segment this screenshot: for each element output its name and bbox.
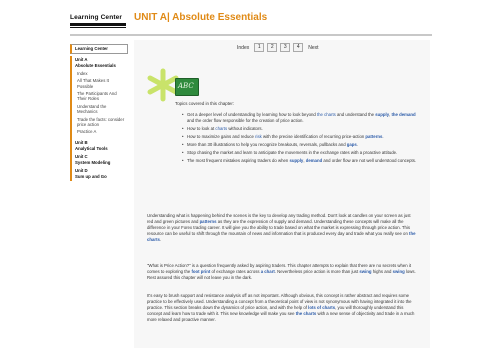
link-patterns[interactable]: patterns [200,219,217,224]
link-patterns[interactable]: patterns [365,134,382,139]
pager-next-link[interactable]: Next [306,44,320,52]
sidebar-unit-b-code[interactable]: Unit B [70,138,128,147]
sidebar-nav: Learning Center Unit A Absolute Essentia… [70,44,128,181]
link-the-demand[interactable]: the demand [392,112,416,117]
sidebar-unit-c-code[interactable]: Unit C [70,152,128,161]
bullet-text: Get a deeper level of understanding by l… [187,112,317,117]
link-the-charts[interactable]: the charts [296,311,317,316]
intro-paragraph: Understanding what is happening behind t… [147,213,417,243]
bullet-text: and order flow are not well understood c… [322,158,417,163]
link-lots-of-charts[interactable]: lots of charts [308,305,335,310]
list-item: Get a deeper level of understanding by l… [182,112,418,124]
bullet-text: How to maximize gains and reduce [187,134,256,139]
logo-text: Learning Center [70,14,123,21]
sidebar-unit-d-code[interactable]: Unit D [70,166,128,175]
bullet-text: and the order flow responsible for the c… [187,118,304,123]
pager-page-4[interactable]: 4 [293,43,304,52]
bullet-text: More than 30 illustrations to help you r… [187,142,347,147]
sidebar-unit-a-code[interactable]: Unit A [70,55,128,64]
link-a-chart[interactable]: a chart [261,269,275,274]
logo-stripe [70,23,126,26]
bullet-text: Stop chasing the market and learn to ant… [187,150,398,155]
sidebar-item-all-that-makes-it-possible[interactable]: All That Makes It Possible [70,77,128,90]
chalkboard-label: ABC [178,82,194,90]
list-item: Stop chasing the market and learn to ant… [182,150,418,156]
sidebar-title[interactable]: Learning Center [70,44,128,54]
logo-stripe-thin [70,27,126,28]
page-title: UNIT A| Absolute Essentials [134,12,268,23]
support-resistance-paragraph: It's easy to brush support and resistanc… [147,293,417,323]
link-foot-print[interactable]: foot print [191,269,210,274]
bullet-text: The most frequent mistakes aspiring trad… [187,158,290,163]
link-demand[interactable]: demand [306,158,322,163]
pager-index-link[interactable]: Index [235,44,251,52]
bullet-text: and understand the [335,112,376,117]
header-divider [70,34,432,36]
price-action-paragraph: "What is Price Action?" is a question fr… [147,263,417,281]
chalkboard-icon: ABC [175,78,199,96]
paragraph-text: highs and [371,268,393,274]
bullet-text: with the precise identification of recur… [261,134,366,139]
list-item: More than 30 illustrations to help you r… [182,142,418,148]
link-swing[interactable]: swing [359,269,371,274]
link-supply[interactable]: supply [289,158,303,163]
sidebar-unit-d-title[interactable]: Sum up and Go [70,174,128,181]
link-swing[interactable]: swing [393,269,405,274]
bullet-text: . [356,142,359,147]
list-item: The most frequent mistakes aspiring trad… [182,158,418,164]
pager-page-2[interactable]: 2 [267,43,278,52]
pagination: Index 1 2 3 4 Next [235,43,321,52]
pager-page-3[interactable]: 3 [280,43,291,52]
topics-list: Get a deeper level of understanding by l… [178,112,418,166]
learning-center-logo[interactable]: Learning Center [70,14,128,30]
link-the-charts[interactable]: the charts [317,112,336,117]
list-item: How to maximize gains and reduce risk wi… [182,134,418,140]
sidebar-item-mechanics[interactable]: Understand the Mechanics [70,102,128,116]
link-supply[interactable]: supply [375,112,389,117]
sidebar-item-trade-the-facts[interactable]: Trade the facts: consider price action [70,115,128,129]
paragraph-text: . Nevertheless price action is more than… [274,268,360,274]
link-gaps[interactable]: gaps [347,142,357,147]
paragraph-text: . [159,236,162,242]
bullet-text: without indicators. [227,126,263,131]
bullet-text: . [382,134,384,139]
list-item: How to look at charts without indicators… [182,126,418,132]
bullet-text: How to look at [187,126,216,131]
topics-heading: Topics covered in this chapter: [175,101,235,106]
pager-page-1[interactable]: 1 [254,43,265,52]
sidebar-item-participants[interactable]: The Participants And Their Roles [70,89,128,103]
sidebar-item-practice-a[interactable]: Practice A [70,128,128,136]
paragraph-text: of exchange rates across [210,268,261,274]
link-risk[interactable]: risk [255,134,262,139]
link-charts[interactable]: charts [215,126,227,131]
sidebar-item-index[interactable]: Index [70,69,128,78]
